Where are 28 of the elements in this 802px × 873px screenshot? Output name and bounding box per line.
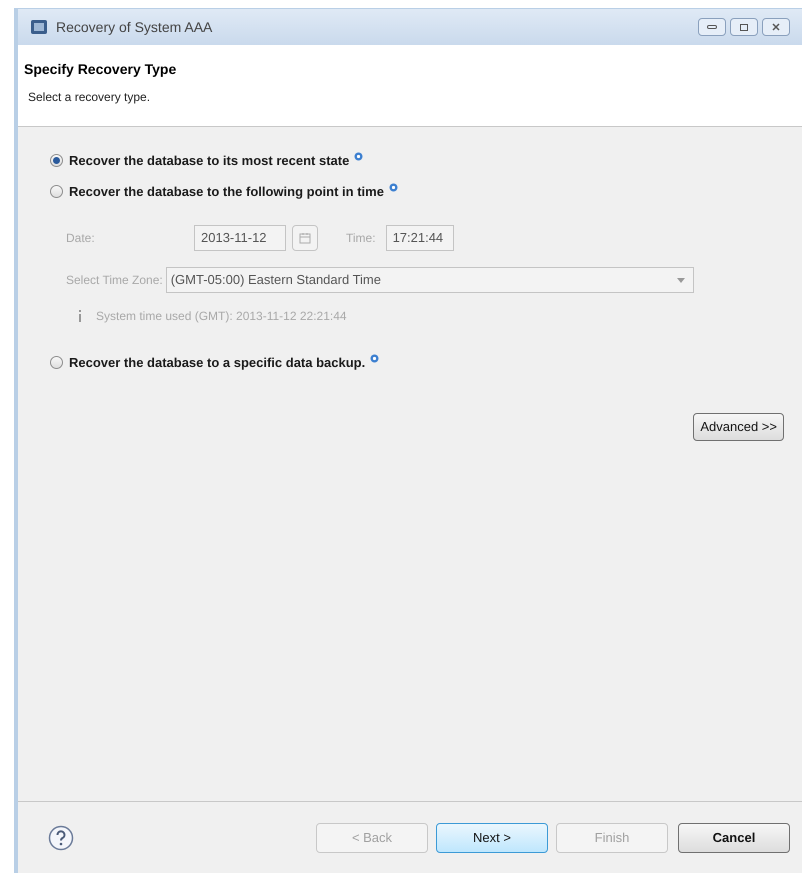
calendar-icon <box>299 232 311 244</box>
minimize-button[interactable] <box>698 18 726 36</box>
option-label[interactable]: Recover the database to the following point in time <box>69 182 384 201</box>
help-icon[interactable] <box>48 824 74 850</box>
time-label: Time: <box>346 230 376 247</box>
info-icon <box>78 310 82 322</box>
advanced-button[interactable]: Advanced >> <box>693 412 784 440</box>
system-time-note: System time used (GMT): 2013-11-12 22:21:44 <box>96 308 347 325</box>
dropdown-arrow-icon <box>677 278 685 282</box>
info-icon <box>354 152 364 162</box>
radio-button[interactable] <box>50 184 63 198</box>
radio-button[interactable] <box>50 356 63 370</box>
close-icon <box>772 23 780 31</box>
next-button[interactable]: Next > <box>436 822 548 852</box>
option-label[interactable]: Recover the database to a specific data backup. <box>69 353 366 372</box>
info-icon <box>370 354 380 364</box>
radio-button[interactable] <box>50 154 63 168</box>
option-label[interactable]: Recover the database to its most recent state <box>69 151 350 170</box>
info-icon <box>388 182 398 192</box>
timezone-label: Select Time Zone: <box>66 272 163 289</box>
app-icon <box>30 18 48 36</box>
cancel-button[interactable]: Cancel <box>678 822 790 852</box>
maximize-button[interactable] <box>730 18 758 36</box>
page-description: Select a recovery type. <box>28 89 150 106</box>
close-button[interactable] <box>762 18 790 36</box>
date-label: Date: <box>66 230 96 247</box>
page-title: Specify Recovery Type <box>24 60 176 79</box>
window-title: Recovery of System AAA <box>56 18 212 37</box>
